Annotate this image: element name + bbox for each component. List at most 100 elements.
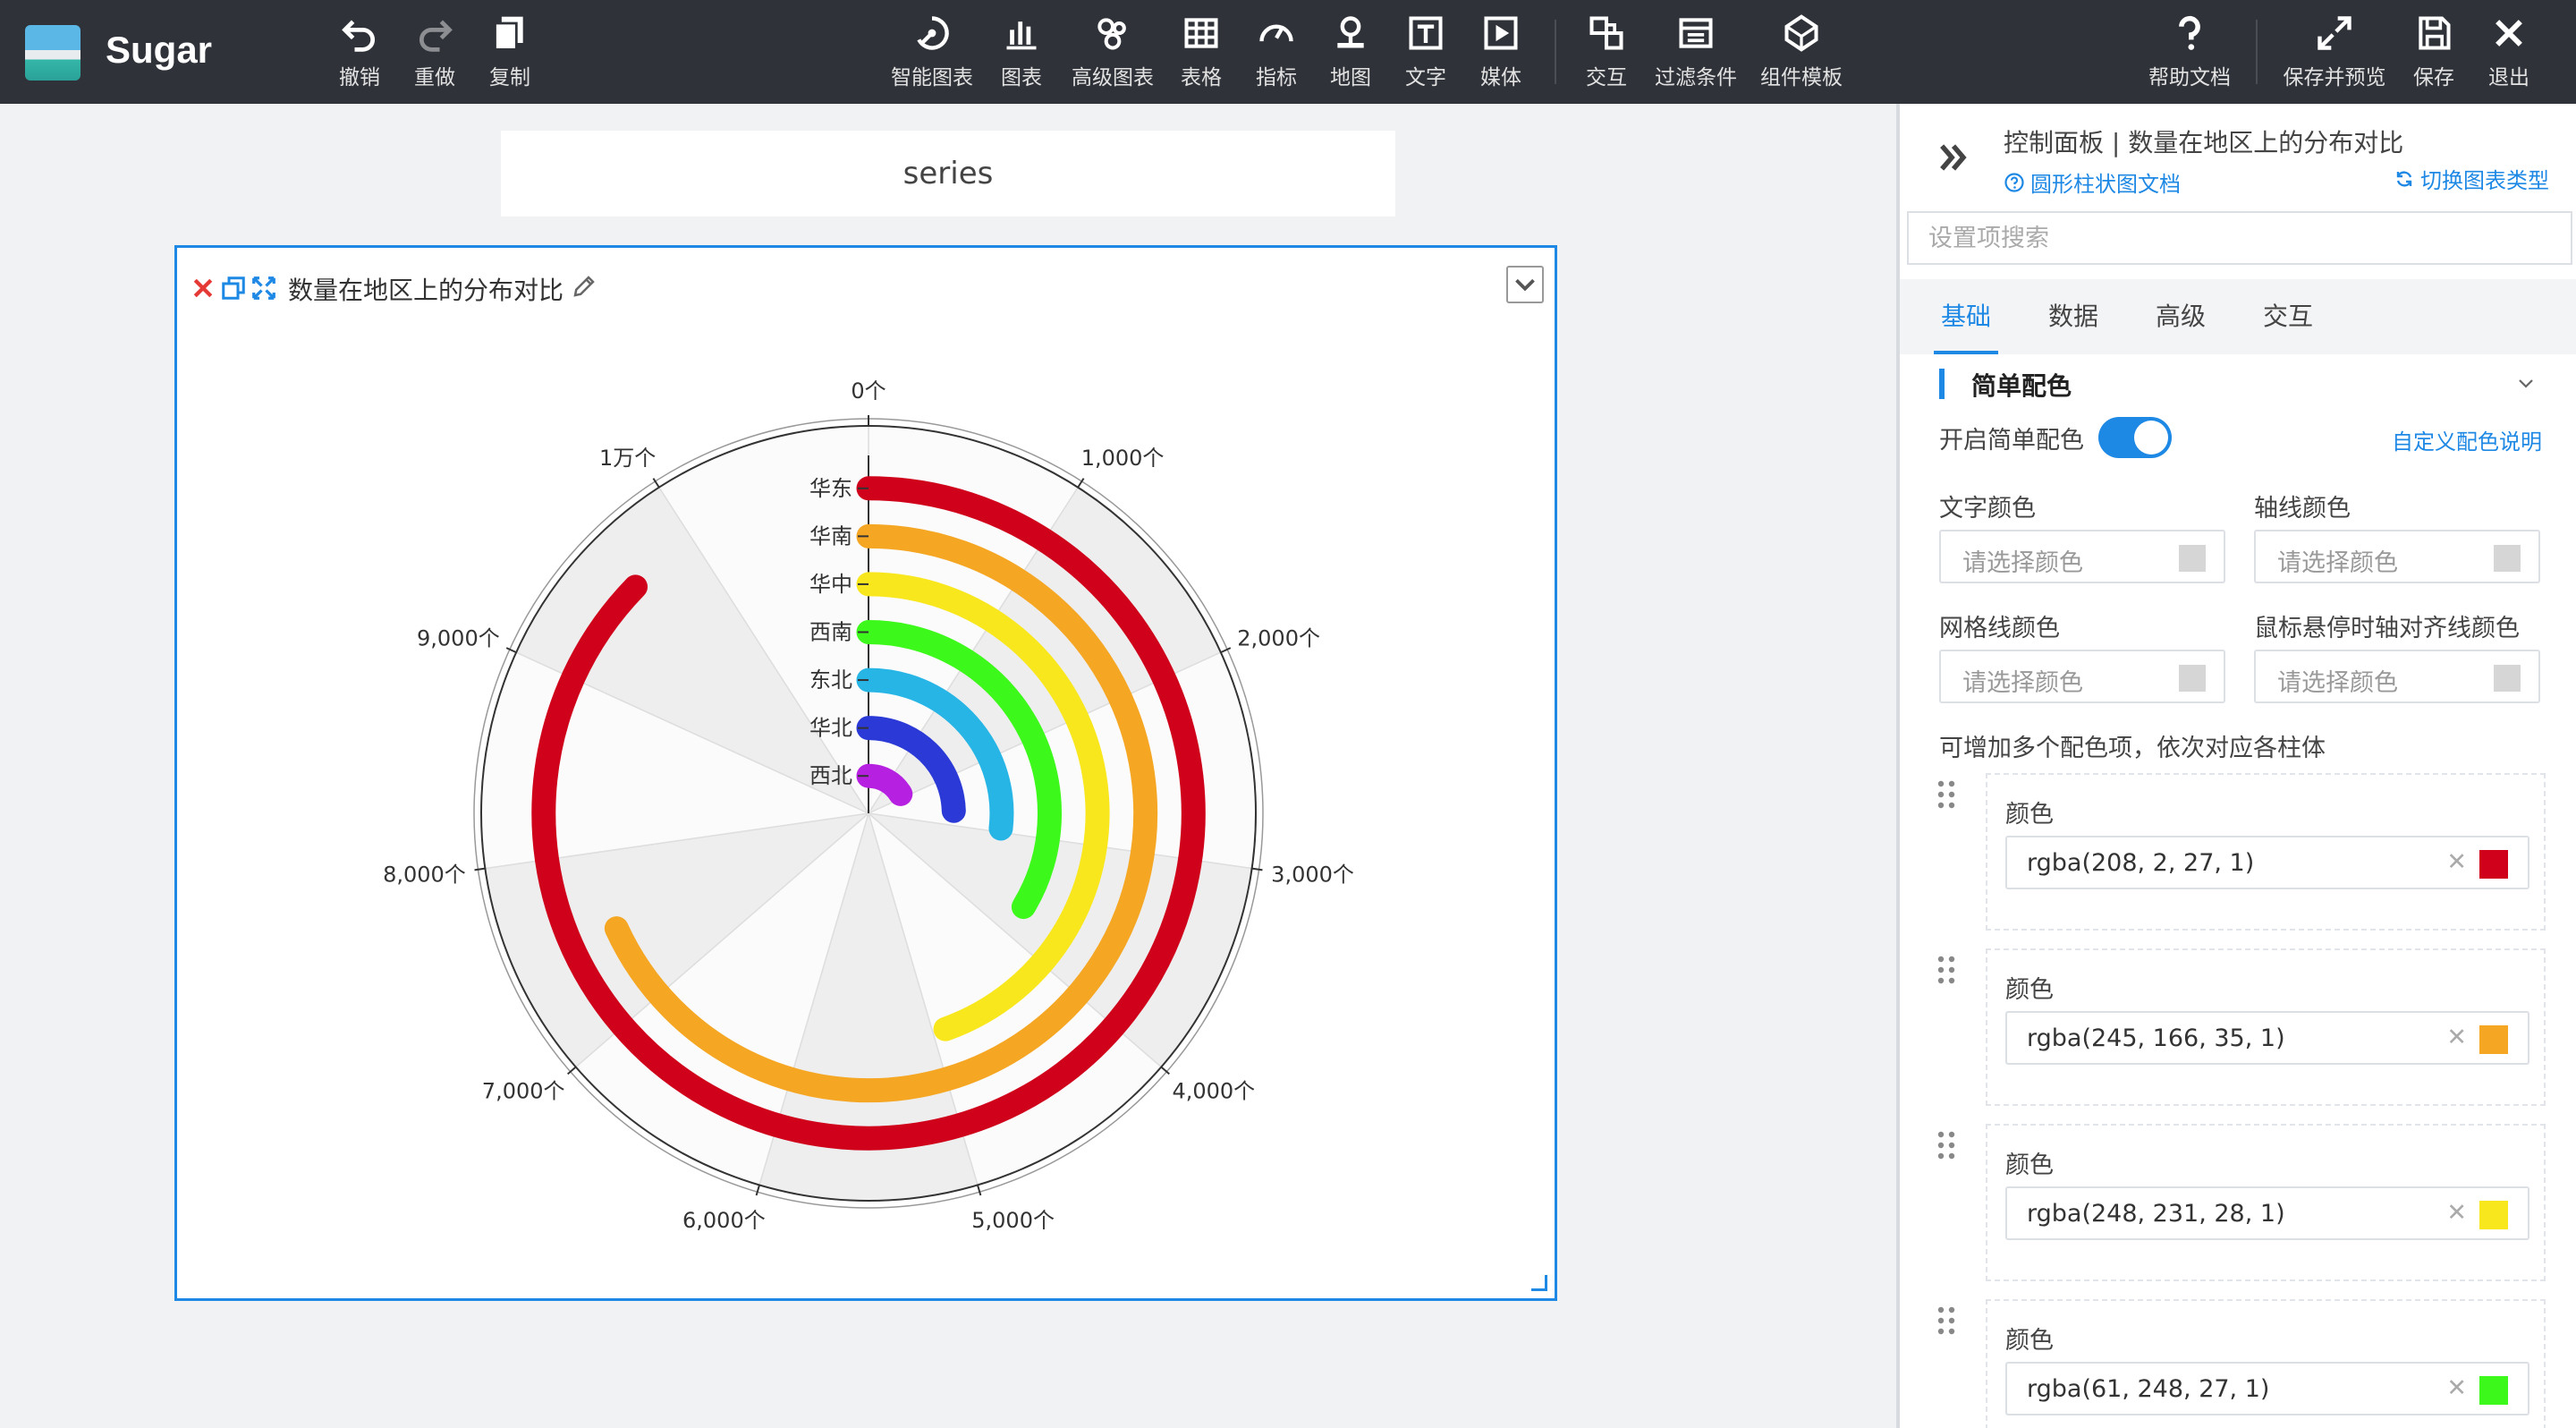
angle-tick-label: 8,000个 <box>383 862 466 887</box>
help-icon <box>2179 15 2200 50</box>
custom-color-help-link[interactable]: 自定义配色说明 <box>2392 424 2542 455</box>
chart-widget[interactable]: 数量在地区上的分布对比 0个 1,000个 2,000个 3,000个 4,000个 5,… <box>174 245 1557 1301</box>
category-label: 东北 <box>809 667 852 693</box>
angle-tick-label: 5,000个 <box>971 1208 1055 1233</box>
color-value-input[interactable]: rgba(61, 248, 27, 1) ✕ <box>2005 1362 2529 1415</box>
refresh-icon <box>2396 170 2412 187</box>
drag-handle-icon[interactable] <box>1936 778 1957 811</box>
color-swatch <box>2179 665 2206 692</box>
switch-chart-type-link[interactable]: 切换图表类型 <box>2394 163 2549 194</box>
map-pin-icon <box>1337 16 1364 48</box>
clear-icon[interactable]: ✕ <box>2446 1024 2467 1051</box>
axis-color-picker[interactable]: 请选择颜色 <box>2254 530 2540 583</box>
help-circle-icon <box>2004 172 2024 192</box>
simple-color-toggle[interactable] <box>2098 417 2172 458</box>
angle-tick <box>474 867 486 871</box>
color-swatch[interactable] <box>2479 1376 2508 1405</box>
angle-tick-label: 9,000个 <box>417 626 500 651</box>
interaction-button[interactable]: 交互 <box>1584 0 1629 104</box>
drag-handle-icon[interactable] <box>1936 954 1957 986</box>
series-component[interactable]: series <box>501 131 1395 217</box>
filter-icon <box>1679 18 1713 48</box>
advanced-chart-icon <box>1097 18 1126 50</box>
exit-button[interactable]: 退出 <box>2487 0 2531 104</box>
redo-button[interactable]: 重做 <box>408 0 462 104</box>
text-color-picker[interactable]: 请选择颜色 <box>1939 530 2225 583</box>
clear-icon[interactable]: ✕ <box>2446 848 2467 876</box>
template-icon <box>1784 14 1818 52</box>
save-button[interactable]: 保存 <box>2411 0 2456 104</box>
tab-interaction[interactable]: 交互 <box>2263 279 2313 354</box>
media-icon <box>1484 16 1518 50</box>
color-item: 颜色 rgba(61, 248, 27, 1) ✕ <box>1986 1299 2546 1428</box>
collapse-panel-icon[interactable] <box>1934 138 1973 177</box>
bar-chart-icon <box>1006 21 1037 50</box>
smart-chart-button[interactable]: 智能图表 <box>887 0 977 104</box>
color-item: 颜色 rgba(248, 231, 28, 1) ✕ <box>1986 1124 2546 1281</box>
angle-tick-label: 1,000个 <box>1081 446 1165 471</box>
series-label: series <box>902 156 994 191</box>
advanced-chart-button[interactable]: 高级图表 <box>1068 0 1157 104</box>
gauge-icon <box>1259 24 1293 42</box>
category-label: 华北 <box>809 716 852 741</box>
grid-color-label: 网格线颜色 <box>1939 615 2060 642</box>
color-swatch[interactable] <box>2479 850 2508 879</box>
multi-color-hint: 可增加多个配色项，依次对应各柱体 <box>1939 735 2326 762</box>
chevron-down-icon[interactable] <box>2515 372 2537 394</box>
tab-data[interactable]: 数据 <box>2048 279 2098 354</box>
template-button[interactable]: 组件模板 <box>1757 0 1846 104</box>
angle-tick <box>505 647 517 654</box>
axis-color-label: 轴线颜色 <box>2254 495 2351 523</box>
section-accent <box>1939 369 1945 399</box>
text-button[interactable]: 文字 <box>1403 0 1448 104</box>
expand-icon <box>2318 16 2351 50</box>
angle-tick-label: 1万个 <box>599 446 656 471</box>
sugar-logo-icon <box>25 25 80 81</box>
category-label: 华东 <box>809 476 852 501</box>
indicator-button[interactable]: 指标 <box>1254 0 1299 104</box>
undo-button[interactable]: 撤销 <box>333 0 386 104</box>
save-icon <box>2419 16 2451 50</box>
chart-button[interactable]: 图表 <box>999 0 1044 104</box>
color-swatch <box>2179 545 2206 572</box>
resize-handle[interactable] <box>1531 1275 1547 1291</box>
undo-icon <box>342 20 375 52</box>
panel-tabs: 基础 数据 高级 交互 <box>1900 279 2576 354</box>
hover-axis-color-picker[interactable]: 请选择颜色 <box>2254 650 2540 703</box>
drag-handle-icon[interactable] <box>1936 1305 1957 1337</box>
clear-icon[interactable]: ✕ <box>2446 1374 2467 1402</box>
copy-icon <box>494 16 523 51</box>
tab-basic[interactable]: 基础 <box>1933 279 1999 354</box>
drag-handle-icon[interactable] <box>1936 1129 1957 1161</box>
angle-tick-label: 3,000个 <box>1271 862 1354 887</box>
table-icon <box>1184 18 1218 48</box>
angle-tick-label: 2,000个 <box>1237 626 1320 651</box>
color-value-input[interactable]: rgba(248, 231, 28, 1) ✕ <box>2005 1186 2529 1240</box>
help-docs-button[interactable]: 帮助文档 <box>2145 0 2234 104</box>
top-toolbar: Sugar 撤销 重做 复制 智能图表 图表 高级图表 表格 指标 地图 文字 <box>0 0 2576 104</box>
color-swatch[interactable] <box>2479 1025 2508 1054</box>
category-label: 西北 <box>809 763 852 788</box>
angle-tick-label: 4,000个 <box>1172 1079 1255 1104</box>
clear-icon[interactable]: ✕ <box>2446 1199 2467 1227</box>
color-item: 颜色 rgba(208, 2, 27, 1) ✕ <box>1986 773 2546 931</box>
close-icon <box>2496 20 2522 47</box>
filter-button[interactable]: 过滤条件 <box>1651 0 1741 104</box>
tab-advanced[interactable]: 高级 <box>2156 279 2206 354</box>
copy-button[interactable]: 复制 <box>483 0 537 104</box>
text-icon <box>1409 16 1443 50</box>
color-swatch <box>2494 545 2521 572</box>
color-swatch[interactable] <box>2479 1201 2508 1229</box>
table-button[interactable]: 表格 <box>1179 0 1224 104</box>
category-label: 华南 <box>809 523 852 548</box>
color-value-input[interactable]: rgba(245, 166, 35, 1) ✕ <box>2005 1011 2529 1065</box>
chart-doc-link[interactable]: 圆形柱状图文档 <box>2004 166 2181 198</box>
media-button[interactable]: 媒体 <box>1479 0 1523 104</box>
save-preview-button[interactable]: 保存并预览 <box>2279 0 2390 104</box>
redo-icon <box>419 20 453 52</box>
interaction-icon <box>1589 16 1623 50</box>
grid-color-picker[interactable]: 请选择颜色 <box>1939 650 2225 703</box>
settings-search-input[interactable] <box>1907 211 2572 265</box>
map-button[interactable]: 地图 <box>1328 0 1373 104</box>
color-value-input[interactable]: rgba(208, 2, 27, 1) ✕ <box>2005 836 2529 889</box>
